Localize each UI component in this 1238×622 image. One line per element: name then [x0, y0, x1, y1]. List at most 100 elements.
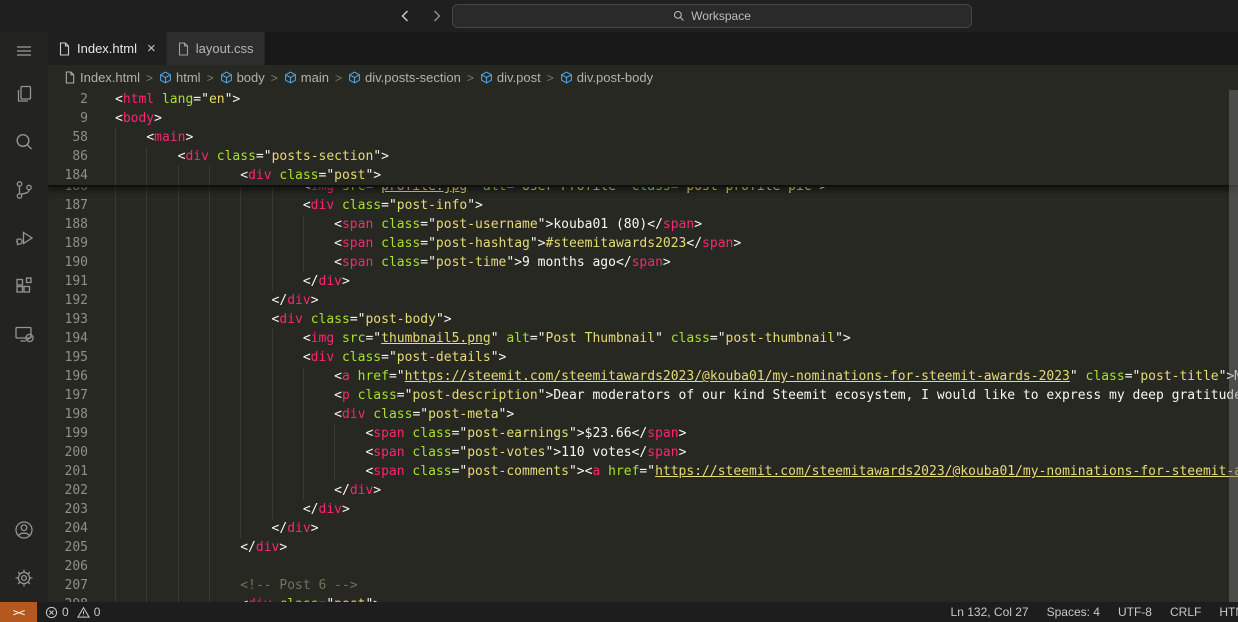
code-line-9[interactable]: 9 <body> — [48, 109, 1238, 128]
code-token: </ — [615, 255, 632, 270]
code-token: < — [146, 130, 155, 145]
nav-forward-button[interactable] — [426, 5, 448, 27]
line-number[interactable]: 201 — [48, 462, 88, 481]
code-line-196[interactable]: 196 <a href="https://steemit.com/steemit… — [48, 367, 1238, 386]
code-line-204[interactable]: 204 </div> — [48, 519, 1238, 538]
command-center-search[interactable]: Workspace — [452, 4, 972, 28]
code-line-203[interactable]: 203 </div> — [48, 500, 1238, 519]
nav-back-button[interactable] — [394, 5, 416, 27]
code-line-58[interactable]: 58 <main> — [48, 128, 1238, 147]
line-number[interactable]: 58 — [48, 128, 88, 147]
line-number[interactable]: 207 — [48, 576, 88, 595]
code-line-207[interactable]: 207 <!-- Post 6 --> — [48, 576, 1238, 595]
code-editor[interactable]: 186 <img src="profile.jpg" alt="User Pro… — [48, 90, 1238, 602]
line-number[interactable]: 189 — [48, 234, 88, 253]
line-number[interactable]: 191 — [48, 272, 88, 291]
line-number[interactable]: 205 — [48, 538, 88, 557]
code-line-208[interactable]: 208 <div class="post"> — [48, 595, 1238, 602]
code-line-205[interactable]: 205 </div> — [48, 538, 1238, 557]
code-line-184[interactable]: 184 <div class="post"> — [48, 166, 1238, 185]
line-number[interactable]: 9 — [48, 109, 88, 128]
code-line-195[interactable]: 195 <div class="post-details"> — [48, 348, 1238, 367]
line-number[interactable]: 195 — [48, 348, 88, 367]
search-view-button[interactable] — [0, 118, 48, 166]
indent-guide — [302, 234, 304, 253]
close-icon[interactable]: × — [147, 41, 156, 56]
problems-button[interactable]: 0 0 — [37, 605, 104, 619]
breadcrumb-item-html[interactable]: html — [159, 70, 201, 85]
indent-guide — [115, 310, 116, 329]
settings-button[interactable] — [0, 554, 48, 602]
line-number[interactable]: 2 — [48, 90, 88, 109]
code-line-188[interactable]: 188 <span class="post-username">kouba01 … — [48, 215, 1238, 234]
line-number[interactable]: 187 — [48, 196, 88, 215]
line-number[interactable]: 199 — [48, 424, 88, 443]
line-number[interactable]: 188 — [48, 215, 88, 234]
line-number[interactable]: 202 — [48, 481, 88, 500]
code-line-197[interactable]: 197 <p class="post-description">Dear mod… — [48, 386, 1238, 405]
code-token: =" — [349, 312, 366, 327]
account-button[interactable] — [0, 506, 48, 554]
breadcrumb-item-post-body[interactable]: div.post-body — [560, 70, 653, 85]
code-token: </ — [271, 521, 288, 536]
source-control-button[interactable] — [0, 166, 48, 214]
encoding-setting[interactable]: UTF-8 — [1118, 605, 1152, 619]
line-number[interactable]: 200 — [48, 443, 88, 462]
code-token: =" — [709, 331, 726, 346]
eol-setting[interactable]: CRLF — [1170, 605, 1201, 619]
code-line-86[interactable]: 86 <div class="posts-section"> — [48, 147, 1238, 166]
line-number[interactable]: 86 — [48, 147, 88, 166]
line-number[interactable]: 193 — [48, 310, 88, 329]
line-number[interactable]: 206 — [48, 557, 88, 576]
remote-explorer-button[interactable] — [0, 310, 48, 358]
tab-layout-css[interactable]: layout.css — [166, 32, 265, 65]
cursor-position[interactable]: Ln 132, Col 27 — [951, 605, 1029, 619]
code-line-198[interactable]: 198 <div class="post-meta"> — [48, 405, 1238, 424]
breadcrumb-item-body[interactable]: body — [220, 70, 265, 85]
menu-button[interactable] — [0, 32, 48, 70]
line-number[interactable]: 194 — [48, 329, 88, 348]
code-line-199[interactable]: 199 <span class="post-earnings">$23.66</… — [48, 424, 1238, 443]
code-line-191[interactable]: 191 </div> — [48, 272, 1238, 291]
code-line-206[interactable]: 206 — [48, 557, 1238, 576]
indent-guide — [208, 215, 210, 234]
line-number[interactable]: 197 — [48, 386, 88, 405]
code-token: span — [373, 464, 405, 479]
breadcrumb-item-main[interactable]: main — [284, 70, 329, 85]
code-line-200[interactable]: 200 <span class="post-votes">110 votes</… — [48, 443, 1238, 462]
line-number[interactable]: 198 — [48, 405, 88, 424]
indentation-setting[interactable]: Spaces: 4 — [1047, 605, 1100, 619]
code-line-194[interactable]: 194 <img src="thumbnail5.png" alt="Post … — [48, 329, 1238, 348]
line-number[interactable]: 203 — [48, 500, 88, 519]
line-number[interactable]: 184 — [48, 166, 88, 185]
extensions-button[interactable] — [0, 262, 48, 310]
code-line-193[interactable]: 193 <div class="post-body"> — [48, 310, 1238, 329]
run-debug-button[interactable] — [0, 214, 48, 262]
code-line-202[interactable]: 202 </div> — [48, 481, 1238, 500]
code-line-187[interactable]: 187 <div class="post-info"> — [48, 196, 1238, 215]
vertical-scrollbar[interactable] — [1229, 90, 1238, 602]
explorer-button[interactable] — [0, 70, 48, 118]
indent-guide — [115, 538, 116, 557]
language-mode[interactable]: HTML — [1219, 605, 1238, 619]
code-line-189[interactable]: 189 <span class="post-hashtag">#steemita… — [48, 234, 1238, 253]
tab-index-html[interactable]: Index.html × — [48, 32, 167, 65]
breadcrumb-item-post[interactable]: div.post — [480, 70, 541, 85]
code-token: > — [341, 274, 350, 289]
code-line-201[interactable]: 201 <span class="post-comments"><a href=… — [48, 462, 1238, 481]
breadcrumb-item-posts-section[interactable]: div.posts-section — [348, 70, 461, 85]
code-line-190[interactable]: 190 <span class="post-time">9 months ago… — [48, 253, 1238, 272]
line-number[interactable]: 192 — [48, 291, 88, 310]
line-number[interactable]: 204 — [48, 519, 88, 538]
line-number[interactable]: 196 — [48, 367, 88, 386]
code-line-2[interactable]: 2 <html lang="en"> — [48, 90, 1238, 109]
line-number[interactable]: 208 — [48, 595, 88, 602]
remote-indicator-button[interactable]: >< — [0, 602, 37, 622]
code-line-192[interactable]: 192 </div> — [48, 291, 1238, 310]
line-number[interactable]: 190 — [48, 253, 88, 272]
code-token: =" — [412, 407, 429, 422]
breadcrumb-label: html — [176, 70, 201, 85]
breadcrumb-item-file[interactable]: Index.html — [64, 70, 140, 85]
indent-guide — [115, 147, 116, 166]
